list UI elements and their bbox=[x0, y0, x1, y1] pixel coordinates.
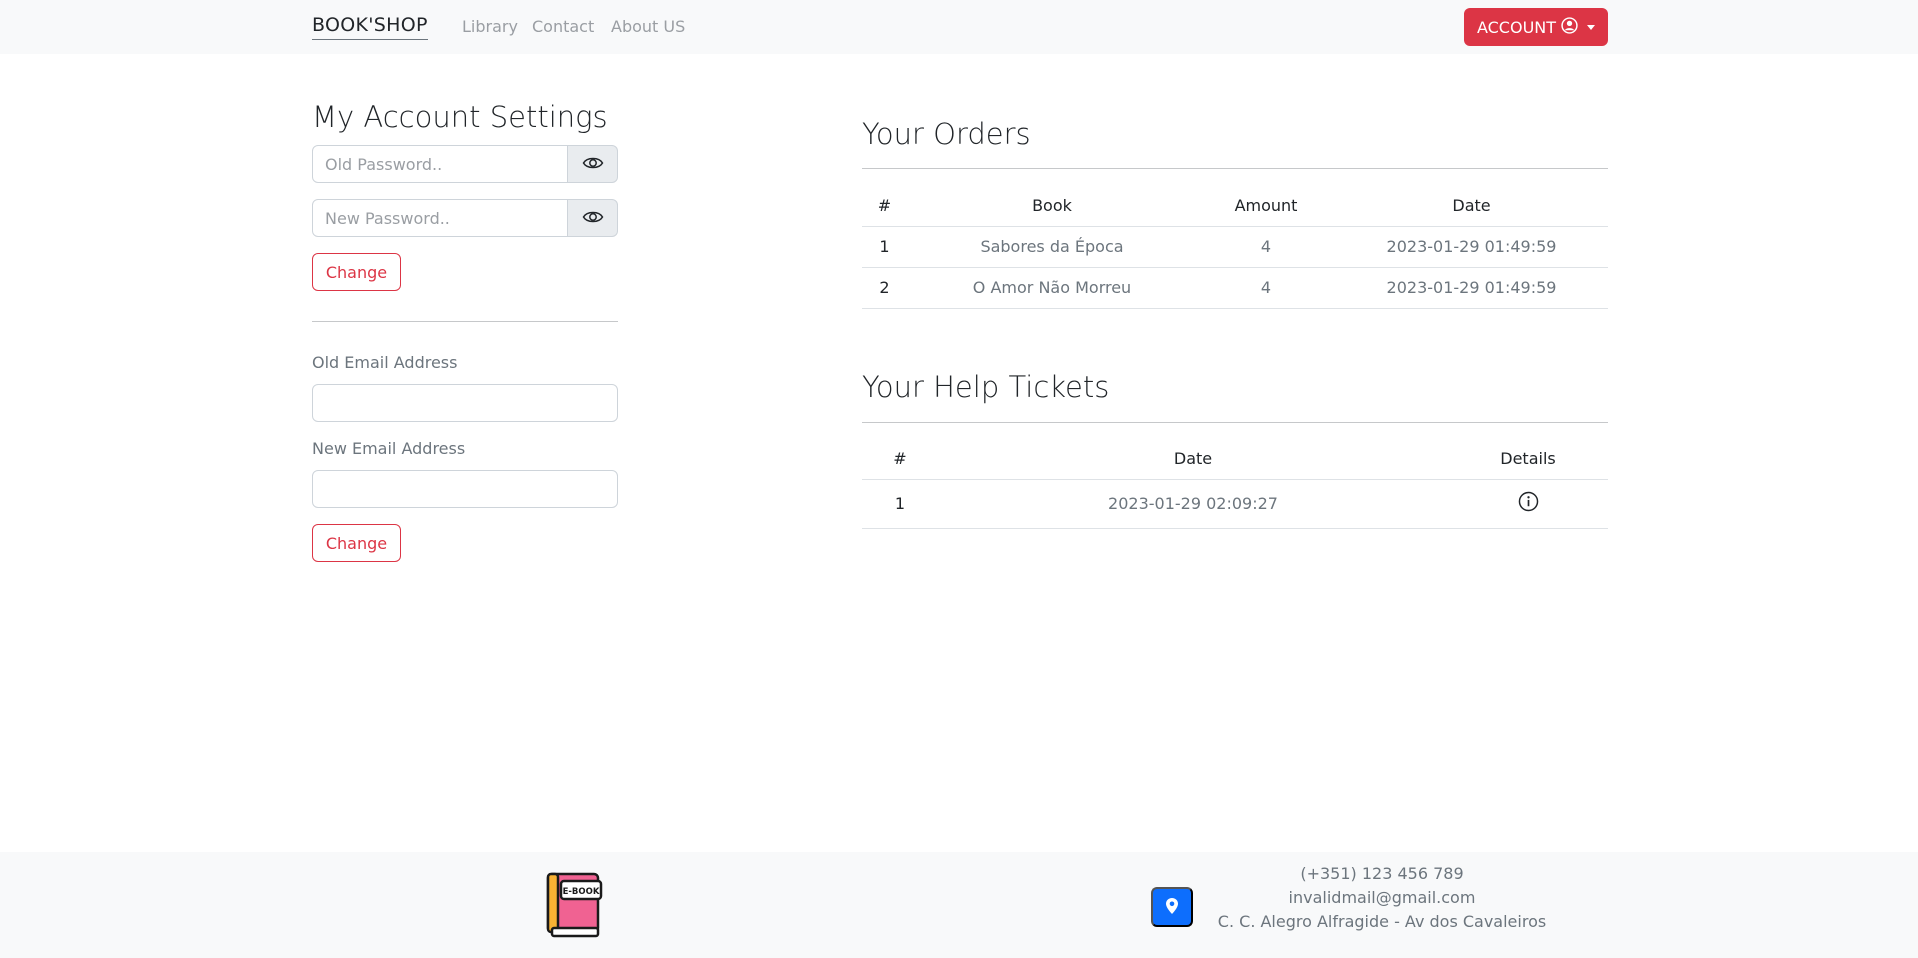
toggle-old-password-button[interactable] bbox=[568, 145, 618, 183]
footer: E-BOOK (+351) 123 456 789 invalidmail@gm… bbox=[0, 852, 1918, 958]
nav-link-about[interactable]: About US bbox=[611, 17, 685, 36]
table-row: 1 Sabores da Época 4 2023-01-29 01:49:59 bbox=[862, 226, 1608, 268]
change-email-button[interactable]: Change bbox=[312, 524, 401, 562]
account-label: ACCOUNT bbox=[1476, 17, 1557, 37]
column-header: Book bbox=[907, 186, 1197, 227]
brand-link[interactable]: BOOK'SHOP bbox=[312, 14, 428, 40]
table-row: 1 2023-01-29 02:09:27 bbox=[862, 479, 1608, 529]
new-email-field[interactable] bbox=[312, 470, 618, 508]
column-header: # bbox=[862, 439, 938, 480]
navbar: BOOK'SHOP Library Contact About US ACCOU… bbox=[0, 0, 1918, 54]
map-pin-icon bbox=[1165, 897, 1179, 918]
order-amount: 4 bbox=[1197, 226, 1335, 268]
column-header: Date bbox=[1335, 186, 1608, 227]
column-header: Details bbox=[1448, 439, 1608, 480]
table-header-row: # Book Amount Date bbox=[862, 186, 1608, 227]
tickets-divider bbox=[862, 422, 1608, 423]
svg-text:E-BOOK: E-BOOK bbox=[563, 887, 600, 897]
chevron-down-icon bbox=[1587, 24, 1596, 30]
nav-link-library[interactable]: Library bbox=[462, 17, 518, 36]
old-email-field[interactable] bbox=[312, 384, 618, 422]
old-email-label: Old Email Address bbox=[312, 353, 458, 372]
ticket-details-cell bbox=[1448, 479, 1608, 529]
location-button[interactable] bbox=[1151, 887, 1193, 927]
user-circle-icon bbox=[1561, 16, 1578, 38]
settings-title: My Account Settings bbox=[312, 100, 608, 134]
tickets-table: # Date Details 1 2023-01-29 02:09:27 bbox=[862, 439, 1608, 529]
order-date: 2023-01-29 01:49:59 bbox=[1335, 267, 1608, 309]
nav-link-contact[interactable]: Contact bbox=[532, 17, 594, 36]
column-header: # bbox=[862, 186, 907, 227]
footer-address: C. C. Alegro Alfragide - Av dos Cavaleir… bbox=[1217, 912, 1547, 931]
ticket-number: 1 bbox=[862, 479, 938, 529]
table-row: 2 O Amor Não Morreu 4 2023-01-29 01:49:5… bbox=[862, 267, 1608, 309]
tickets-title: Your Help Tickets bbox=[862, 370, 1110, 404]
new-email-label: New Email Address bbox=[312, 439, 466, 458]
old-password-input[interactable] bbox=[312, 145, 568, 183]
order-amount: 4 bbox=[1197, 267, 1335, 309]
order-date: 2023-01-29 01:49:59 bbox=[1335, 226, 1608, 268]
column-header: Date bbox=[938, 439, 1448, 480]
order-number: 1 bbox=[862, 226, 907, 268]
column-header: Amount bbox=[1197, 186, 1335, 227]
footer-email: invalidmail@gmail.com bbox=[1288, 888, 1476, 907]
orders-table: # Book Amount Date 1 Sabores da Época 4 … bbox=[862, 186, 1608, 309]
order-number: 2 bbox=[862, 267, 907, 309]
ebook-logo: E-BOOK bbox=[544, 872, 604, 938]
divider bbox=[312, 321, 618, 322]
order-book: Sabores da Época bbox=[907, 226, 1197, 268]
eye-icon bbox=[582, 209, 604, 228]
account-dropdown-button[interactable]: ACCOUNT bbox=[1464, 8, 1608, 46]
footer-phone: (+351) 123 456 789 bbox=[1300, 864, 1464, 883]
orders-title: Your Orders bbox=[862, 117, 1031, 151]
new-password-group bbox=[312, 199, 618, 237]
toggle-new-password-button[interactable] bbox=[568, 199, 618, 237]
change-password-button[interactable]: Change bbox=[312, 253, 401, 291]
ticket-date: 2023-01-29 02:09:27 bbox=[938, 479, 1448, 529]
orders-divider bbox=[862, 168, 1608, 169]
eye-icon bbox=[582, 155, 604, 174]
info-circle-icon[interactable] bbox=[1518, 491, 1539, 516]
order-book: O Amor Não Morreu bbox=[907, 267, 1197, 309]
old-password-group bbox=[312, 145, 618, 183]
new-password-input[interactable] bbox=[312, 199, 568, 237]
table-header-row: # Date Details bbox=[862, 439, 1608, 480]
